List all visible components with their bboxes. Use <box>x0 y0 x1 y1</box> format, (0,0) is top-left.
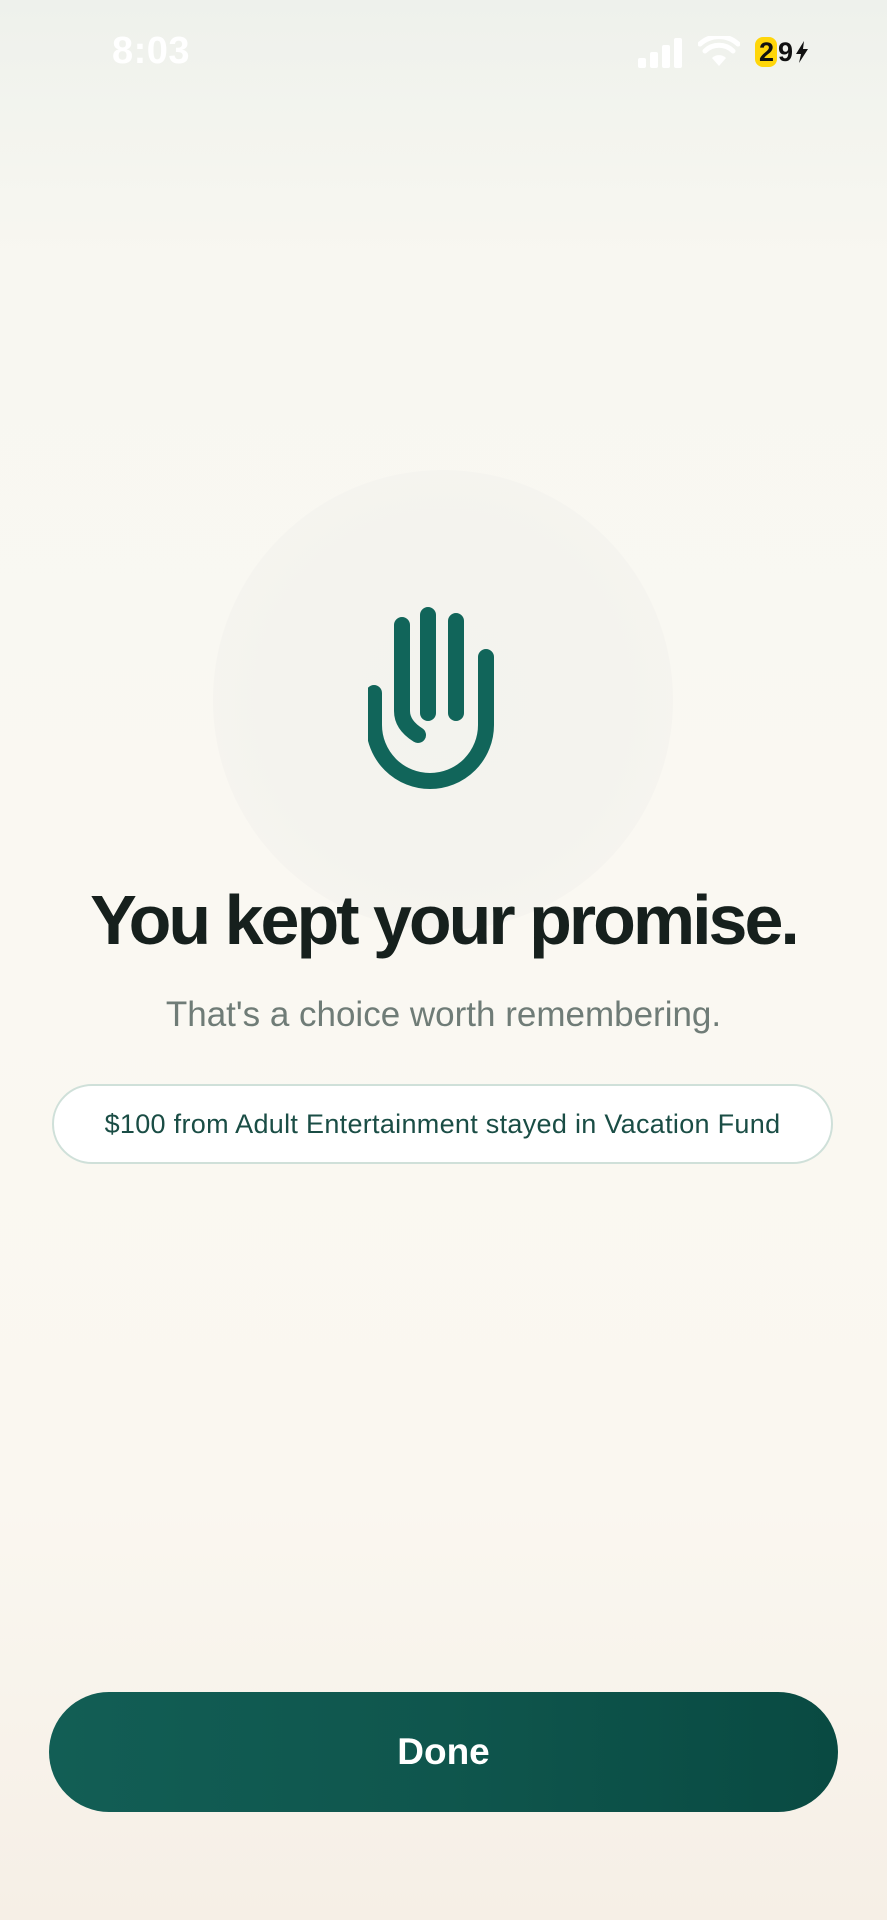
page-subtitle: That's a choice worth remembering. <box>165 995 722 1034</box>
page-title: You kept your promise. <box>90 881 800 959</box>
summary-text: $100 from Adult Entertainment stayed in … <box>104 1108 781 1139</box>
status-bar: 8:03 2 9 <box>0 0 887 110</box>
battery-level-badge: 2 <box>755 36 778 67</box>
charging-bolt-icon <box>796 41 809 63</box>
battery-level-rest: 9 <box>778 36 794 67</box>
done-button[interactable]: Done <box>49 1692 838 1812</box>
signal-icon <box>638 38 682 68</box>
battery-indicator: 2 9 <box>755 36 809 68</box>
summary-badge: $100 from Adult Entertainment stayed in … <box>52 1084 833 1164</box>
status-time: 8:03 <box>112 30 191 72</box>
raised-hand-icon <box>368 607 494 789</box>
wifi-icon <box>698 36 740 66</box>
battery-level-first-digit: 2 <box>759 36 775 67</box>
